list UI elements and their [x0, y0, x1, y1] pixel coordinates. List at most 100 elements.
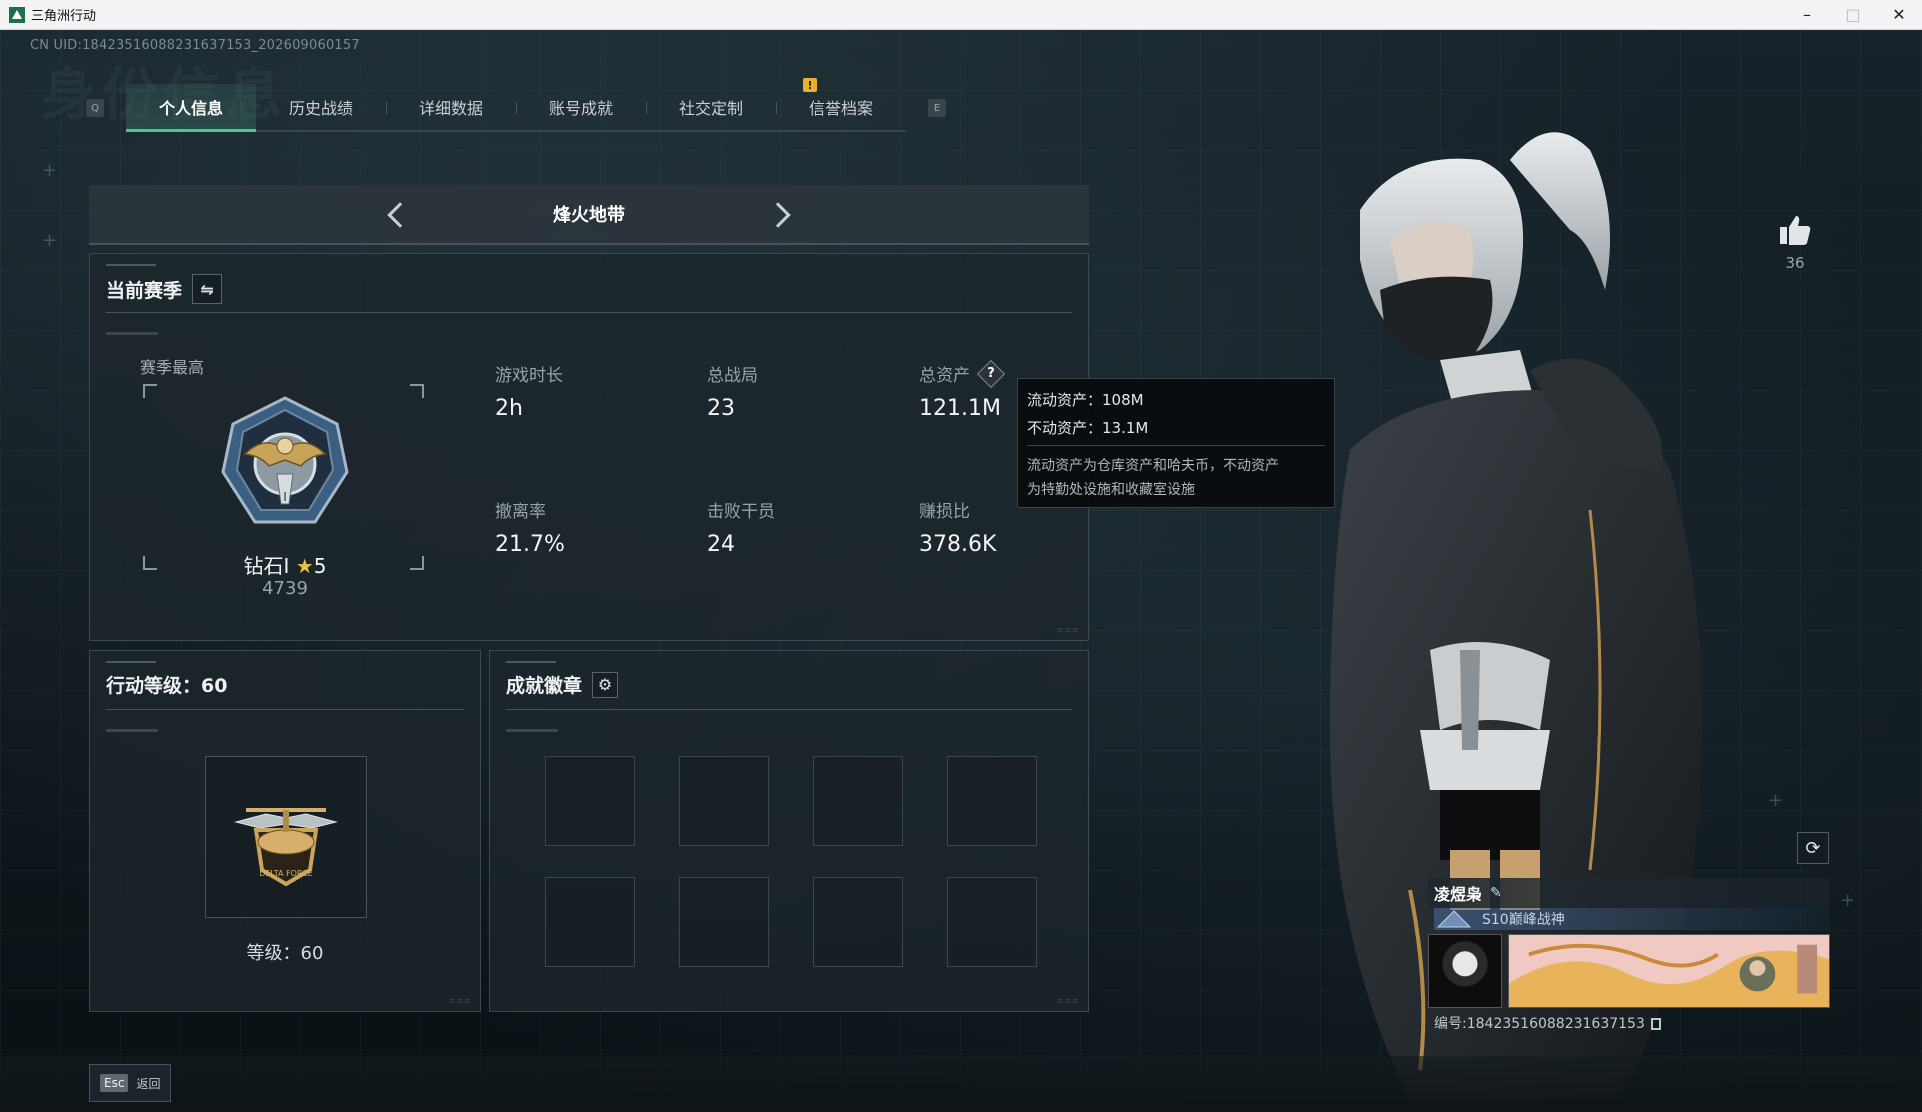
tooltip-desc-line: 为特勤处设施和收藏室设施 — [1027, 482, 1195, 498]
tab-social-custom[interactable]: 社交定制 — [646, 84, 776, 130]
prev-tab-key-hint[interactable]: Q — [86, 99, 104, 117]
panel-corner-mark — [506, 661, 556, 663]
badge-header-label: 成就徽章 — [506, 675, 583, 697]
level-panel: 行动等级：60 DELTA FORCE 等级：60 ▫▫▫ — [89, 650, 481, 1012]
season-best-label: 赛季最高 — [140, 358, 205, 377]
app-logo-icon — [9, 6, 25, 23]
panel-corner-mark — [106, 264, 156, 266]
stat-value: 378.6K — [919, 532, 997, 557]
season-header-label: 当前赛季 — [106, 279, 183, 302]
tooltip-fixed-assets: 不动资产：13.1M — [1027, 419, 1149, 437]
frame-bracket — [143, 384, 157, 398]
tooltip-desc-line: 流动资产为仓库资产和哈夫币，不动资产 — [1027, 458, 1279, 474]
copy-icon[interactable] — [1650, 1018, 1661, 1030]
helicopter-emblem-icon: DELTA FORCE — [234, 808, 338, 887]
thumbs-up-icon[interactable] — [1778, 213, 1812, 247]
mode-selector: 烽火地带 — [89, 185, 1089, 245]
edit-icon[interactable]: ✎ — [1490, 885, 1502, 901]
divider — [106, 709, 464, 710]
decor-plus-icon: + — [1840, 890, 1856, 911]
player-id-text: 编号:18423516088231637153 — [1434, 1016, 1645, 1032]
badge-panel: 成就徽章 ⚙ ▫▫▫ — [489, 650, 1089, 1012]
stat-label: 击败干员 — [707, 502, 775, 522]
badge-slot[interactable] — [813, 877, 903, 967]
rank-tier-label: 钻石I — [243, 554, 290, 578]
refresh-button[interactable]: ⟳ — [1797, 832, 1829, 864]
close-button[interactable]: ✕ — [1876, 0, 1922, 30]
rank-name: 钻石I ★5 — [180, 550, 390, 579]
stat-label: 游戏时长 — [495, 366, 563, 386]
badge-slot[interactable] — [545, 756, 635, 846]
back-label: 返回 — [136, 1076, 161, 1091]
avatar[interactable] — [1428, 934, 1502, 1008]
divider — [106, 312, 1072, 313]
star-icon: ★ — [295, 554, 314, 578]
stat-kills: 击败干员 24 — [707, 497, 775, 557]
maximize-button[interactable]: □ — [1830, 0, 1876, 30]
divider — [506, 709, 1072, 710]
level-value: 等级：60 — [246, 943, 324, 964]
badge-header: 成就徽章 ⚙ — [506, 671, 619, 698]
decor-plus-icon: + — [42, 230, 58, 251]
stat-value: 24 — [707, 532, 735, 557]
stat-label: 撤离率 — [495, 502, 546, 522]
panel-corner-dots: ▫▫▫ — [1057, 625, 1080, 634]
stat-value: 2h — [495, 396, 523, 421]
back-button[interactable]: Esc 返回 — [89, 1064, 171, 1102]
tab-credit-record[interactable]: 信誉档案 — [776, 84, 906, 130]
minimize-button[interactable]: – — [1784, 0, 1830, 30]
stat-extract-rate: 撤离率 21.7% — [495, 497, 565, 557]
badge-slot[interactable] — [813, 756, 903, 846]
stat-label: 总战局 — [707, 366, 758, 386]
season-panel: 当前赛季 ⇋ 赛季最高 I 钻石I ★5 4739 游戏时长 2h 总战局 23… — [89, 253, 1089, 641]
tab-personal-info[interactable]: 个人信息 — [126, 84, 256, 132]
divider — [1027, 445, 1325, 446]
tooltip-description: 流动资产为仓库资产和哈夫币，不动资产 为特勤处设施和收藏室设施 — [1027, 454, 1325, 502]
stat-profit-ratio: 赚损比 378.6K — [919, 497, 996, 557]
stat-value: 23 — [707, 396, 735, 421]
frame-bracket — [143, 556, 157, 570]
window-titlebar: 三角洲行动 – □ ✕ — [0, 0, 1922, 30]
tab-alert-badge: ! — [803, 78, 817, 92]
mode-title: 烽火地带 — [553, 205, 625, 226]
panel-corner-dots: ▫▫▫ — [1057, 996, 1080, 1005]
next-tab-key-hint[interactable]: E — [928, 99, 946, 117]
tab-detailed-data[interactable]: 详细数据 — [386, 84, 516, 130]
diamond-rank-emblem-icon: I — [221, 396, 349, 524]
tab-achievements[interactable]: 账号成就 — [516, 84, 646, 130]
frame-bracket — [410, 384, 424, 398]
player-banner-image[interactable] — [1508, 934, 1830, 1008]
badge-slot[interactable] — [947, 756, 1037, 846]
badge-slot[interactable] — [679, 877, 769, 967]
help-icon[interactable]: ? — [977, 359, 1006, 389]
like-count: 36 — [1785, 254, 1805, 272]
rank-score: 4739 — [262, 578, 308, 599]
tooltip-liquid-assets: 流动资产：108M — [1027, 391, 1144, 409]
stat-total-matches: 总战局 23 — [707, 361, 758, 421]
refresh-icon: ⟳ — [1805, 837, 1821, 859]
season-header: 当前赛季 ⇋ — [106, 274, 223, 304]
player-id: 编号:18423516088231637153 — [1434, 1013, 1661, 1033]
svg-text:DELTA FORCE: DELTA FORCE — [259, 869, 313, 878]
badge-slot[interactable] — [679, 756, 769, 846]
title-rank-icon — [1436, 910, 1472, 928]
stat-label: 总资产 ? — [919, 359, 1006, 389]
stat-label-text: 总资产 — [919, 366, 970, 386]
tab-history[interactable]: 历史战绩 — [256, 84, 386, 130]
stat-label: 赚损比 — [919, 502, 970, 522]
frame-bracket — [410, 556, 424, 570]
mode-next-arrow-icon[interactable] — [765, 198, 799, 232]
tab-list: 个人信息 历史战绩 详细数据 账号成就 社交定制 信誉档案 ! — [126, 78, 906, 132]
bottom-bar — [0, 1056, 1922, 1112]
esc-key-hint: Esc — [100, 1074, 129, 1092]
season-switch-button[interactable]: ⇋ — [192, 274, 223, 304]
player-card: 凌煜枭 ✎ S10巅峰战神 编号:18423516088231637153 — [1428, 878, 1830, 1038]
badge-slot[interactable] — [545, 877, 635, 967]
window-title: 三角洲行动 — [31, 9, 97, 24]
player-title-bar: S10巅峰战神 — [1434, 908, 1830, 930]
divider-accent — [106, 332, 158, 335]
badge-settings-button[interactable]: ⚙ — [592, 671, 619, 698]
mode-prev-arrow-icon[interactable] — [381, 198, 415, 232]
rank-star-count: 5 — [313, 554, 327, 578]
badge-slot[interactable] — [947, 877, 1037, 967]
